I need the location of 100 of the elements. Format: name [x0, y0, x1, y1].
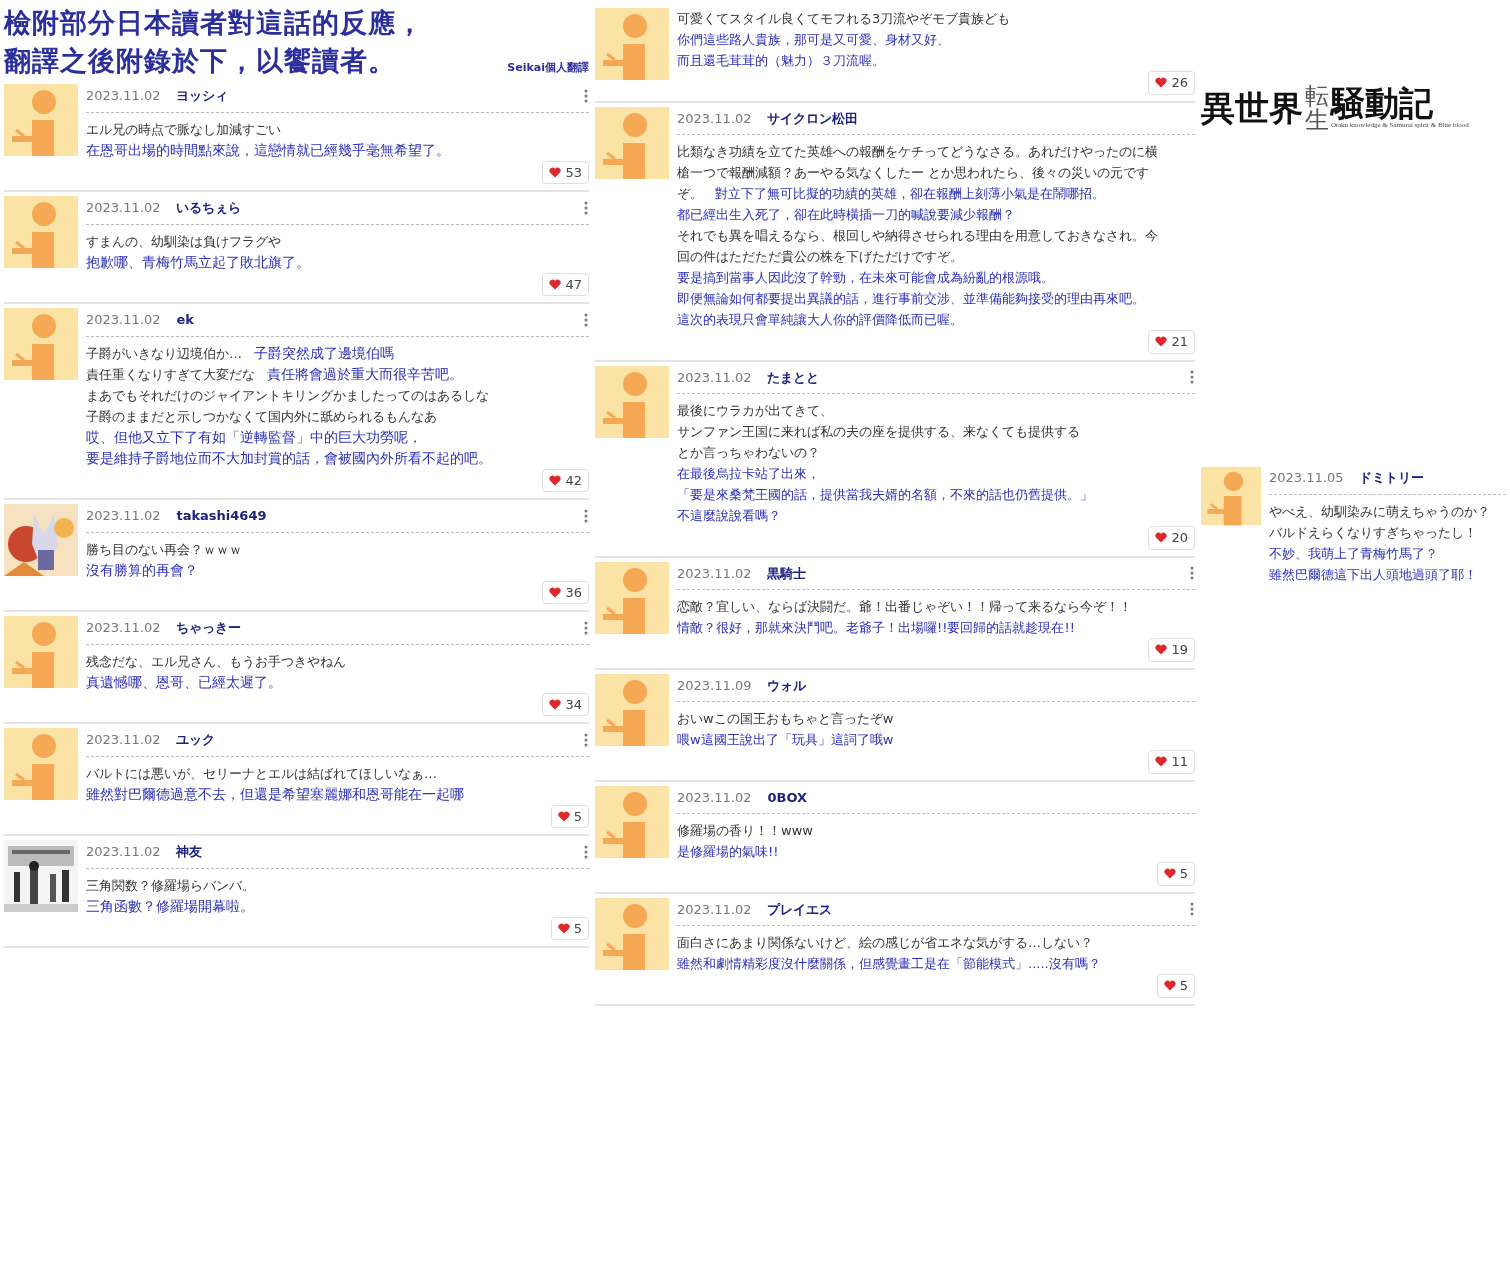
heart-icon	[1155, 756, 1168, 768]
translation-text: 三角函數？修羅場開幕啦。	[86, 896, 254, 916]
more-icon[interactable]	[583, 508, 589, 523]
translation-text: 都已經出生入死了，卻在此時橫插一刀的喊說要減少報酬？	[677, 206, 1015, 224]
comment-date: 2023.11.09	[677, 676, 752, 695]
translation-text: 即便無論如何都要提出異議的話，進行事前交涉、並準備能夠接受的理由再來吧。	[677, 290, 1145, 308]
logo-text: 生	[1305, 108, 1329, 132]
username: ウォル	[767, 676, 807, 695]
comment-date: 2023.11.02	[86, 507, 161, 525]
heart-icon	[549, 166, 562, 178]
translation-text: 情敵？很好，那就來決鬥吧。老爺子！出場囉!!要回歸的話就趁現在!!	[677, 619, 1075, 637]
comment-text: エル兄の時点で脈なし加減すごい	[86, 120, 281, 139]
comment-date: 2023.11.02	[86, 731, 161, 749]
comment-text: 最後にウラカが出てきて、	[677, 402, 833, 420]
comment-text: バルドえらくなりすぎちゃったし！	[1269, 523, 1477, 542]
username: ちゃっきー	[176, 619, 242, 637]
comment-date: 2023.11.02	[86, 199, 161, 217]
comment-text: 恋敵？宜しい、ならば決闘だ。爺！出番じゃぞい！！帰って来るなら今ぞ！！	[677, 598, 1132, 616]
comment-text: 面白さにあまり関係ないけど、絵の感じが省エネな気がする…しない？	[677, 934, 1093, 952]
more-icon[interactable]	[583, 732, 589, 747]
translation-text: 哎、但他又立下了有如「逆轉監督」中的巨大功勞呢，	[86, 427, 422, 447]
like-button[interactable]: 47	[542, 272, 589, 296]
comment-text: 責任重くなりすぎて大変だな	[86, 365, 255, 384]
translation-text: 在最後烏拉卡站了出來，	[677, 465, 820, 483]
like-button[interactable]: 26	[1148, 71, 1195, 95]
more-icon[interactable]	[583, 312, 589, 327]
comment-text: ぞ。	[677, 185, 703, 203]
heart-icon	[1163, 980, 1176, 992]
translation-text: 雖然和劇情精彩度沒什麼關係，但感覺畫工是在「節能模式」.....沒有嗎？	[677, 955, 1101, 973]
comment-text: 回の件はただただ貴公の株を下げただけですぞ。	[677, 248, 963, 266]
like-button[interactable]: 21	[1148, 330, 1195, 354]
comment-date: 2023.11.02	[86, 619, 161, 637]
comment-text: バルトには悪いが、セリーナとエルは結ばれてほしいなぁ…	[86, 764, 437, 783]
username: ドミトリー	[1359, 469, 1425, 487]
comment-date: 2023.11.05	[1269, 469, 1344, 487]
comment-date: 2023.11.02	[677, 368, 752, 387]
comment-date: 2023.11.02	[677, 788, 752, 807]
comment-text: まあでもそれだけのジャイアントキリングかましたってのはあるしな	[86, 386, 489, 405]
like-button[interactable]: 42	[542, 468, 589, 492]
more-icon[interactable]	[583, 200, 589, 215]
comment-text: 槍一つで報酬減額？あーやる気なくしたー とか思われたら、後々の災いの元です	[677, 164, 1150, 182]
translation-text: 不這麼說說看嗎？	[677, 507, 781, 525]
translation-text: 你們這些路人貴族，那可是又可愛、身材又好、	[677, 31, 950, 49]
translation-text: 子爵突然成了邊境伯嗎	[254, 343, 394, 363]
username: 0BOX	[767, 788, 807, 807]
comment-text: 可愛くてスタイル良くてモフれる3刀流やぞモブ貴族ども	[677, 10, 1011, 28]
translation-text: 對立下了無可比擬的功績的英雄，卻在報酬上刻薄小氣是在鬧哪招。	[715, 185, 1105, 203]
translation-text: 在恩哥出場的時間點來說，這戀情就已經幾乎毫無希望了。	[86, 140, 450, 160]
username: ユック	[176, 731, 216, 749]
heart-icon	[1155, 77, 1168, 89]
comment-text: 残念だな、エル兄さん、もうお手つきやねん	[86, 652, 346, 671]
heart-icon	[1163, 868, 1176, 880]
more-icon[interactable]	[583, 88, 589, 103]
like-button[interactable]: 5	[550, 804, 589, 828]
credit-text: Seikai個人翻譯	[507, 59, 589, 76]
heart-icon	[557, 922, 570, 934]
like-button[interactable]: 34	[542, 692, 589, 716]
like-button[interactable]: 53	[542, 160, 589, 184]
heart-icon	[1155, 644, 1168, 656]
translation-text: 沒有勝算的再會？	[86, 560, 198, 580]
more-icon[interactable]	[1189, 566, 1195, 581]
translation-text: 要是搞到當事人因此沒了幹勁，在未來可能會成為紛亂的根源哦。	[677, 269, 1054, 287]
like-button[interactable]: 11	[1148, 750, 1195, 774]
translation-text: 雖然巴爾德這下出人頭地過頭了耶！	[1269, 565, 1477, 584]
username: takashi4649	[176, 507, 267, 525]
comment-date: 2023.11.02	[86, 311, 161, 329]
comment-text: サンファン王国に来れば私の夫の座を提供する、来なくても提供する	[677, 423, 1080, 441]
like-button[interactable]: 20	[1148, 526, 1195, 550]
comment-text: 子爵がいきなり辺境伯か…	[86, 344, 242, 363]
comment-text: 三角関数？修羅場らバンバ。	[86, 876, 255, 895]
translation-text: 責任將會過於重大而很辛苦吧。	[267, 364, 463, 384]
username: ek	[176, 311, 194, 329]
heart-icon	[549, 474, 562, 486]
like-button[interactable]: 19	[1148, 638, 1195, 662]
comment-text: 修羅場の香り！！www	[677, 822, 813, 840]
translation-text: 真遺憾哪、恩哥、已經太遲了。	[86, 672, 282, 692]
more-icon[interactable]	[583, 620, 589, 635]
username: サイクロン松田	[767, 109, 859, 128]
comment-text: 比類なき功績を立てた英雄への報酬をケチってどうなさる。あれだけやったのに横	[677, 143, 1158, 161]
comment-date: 2023.11.02	[86, 843, 161, 861]
translation-text: 雖然對巴爾德過意不去，但還是希望塞麗娜和恩哥能在一起哪	[86, 784, 464, 804]
comment-text: おいwこの国王おもちゃと言ったぞw	[677, 710, 894, 728]
comment-text: それでも異を唱えるなら、根回しや納得させられる理由を用意しておきなされ。今	[677, 227, 1158, 245]
like-button[interactable]: 5	[1156, 974, 1195, 998]
heart-icon	[557, 810, 570, 822]
like-button[interactable]: 36	[542, 580, 589, 604]
comment-text: 子爵のままだと示しつかなくて国内外に舐められるもんなあ	[86, 407, 437, 426]
more-icon[interactable]	[1189, 902, 1195, 917]
more-icon[interactable]	[583, 844, 589, 859]
heading-text: 檢附部分日本讀者對這話的反應，	[4, 6, 424, 40]
comment-date: 2023.11.02	[677, 900, 752, 919]
logo-text: 転	[1305, 84, 1329, 108]
like-button[interactable]: 5	[1156, 862, 1195, 886]
username: 神友	[176, 843, 203, 861]
translation-text: 抱歉哪、青梅竹馬立起了敗北旗了。	[86, 252, 310, 272]
more-icon[interactable]	[1189, 370, 1195, 385]
translation-text: 要是維持子爵地位而不大加封賞的話，會被國內外所看不起的吧。	[86, 448, 492, 468]
heart-icon	[549, 698, 562, 710]
translation-text: 不妙、我萌上了青梅竹馬了？	[1269, 544, 1438, 563]
like-button[interactable]: 5	[550, 916, 589, 940]
